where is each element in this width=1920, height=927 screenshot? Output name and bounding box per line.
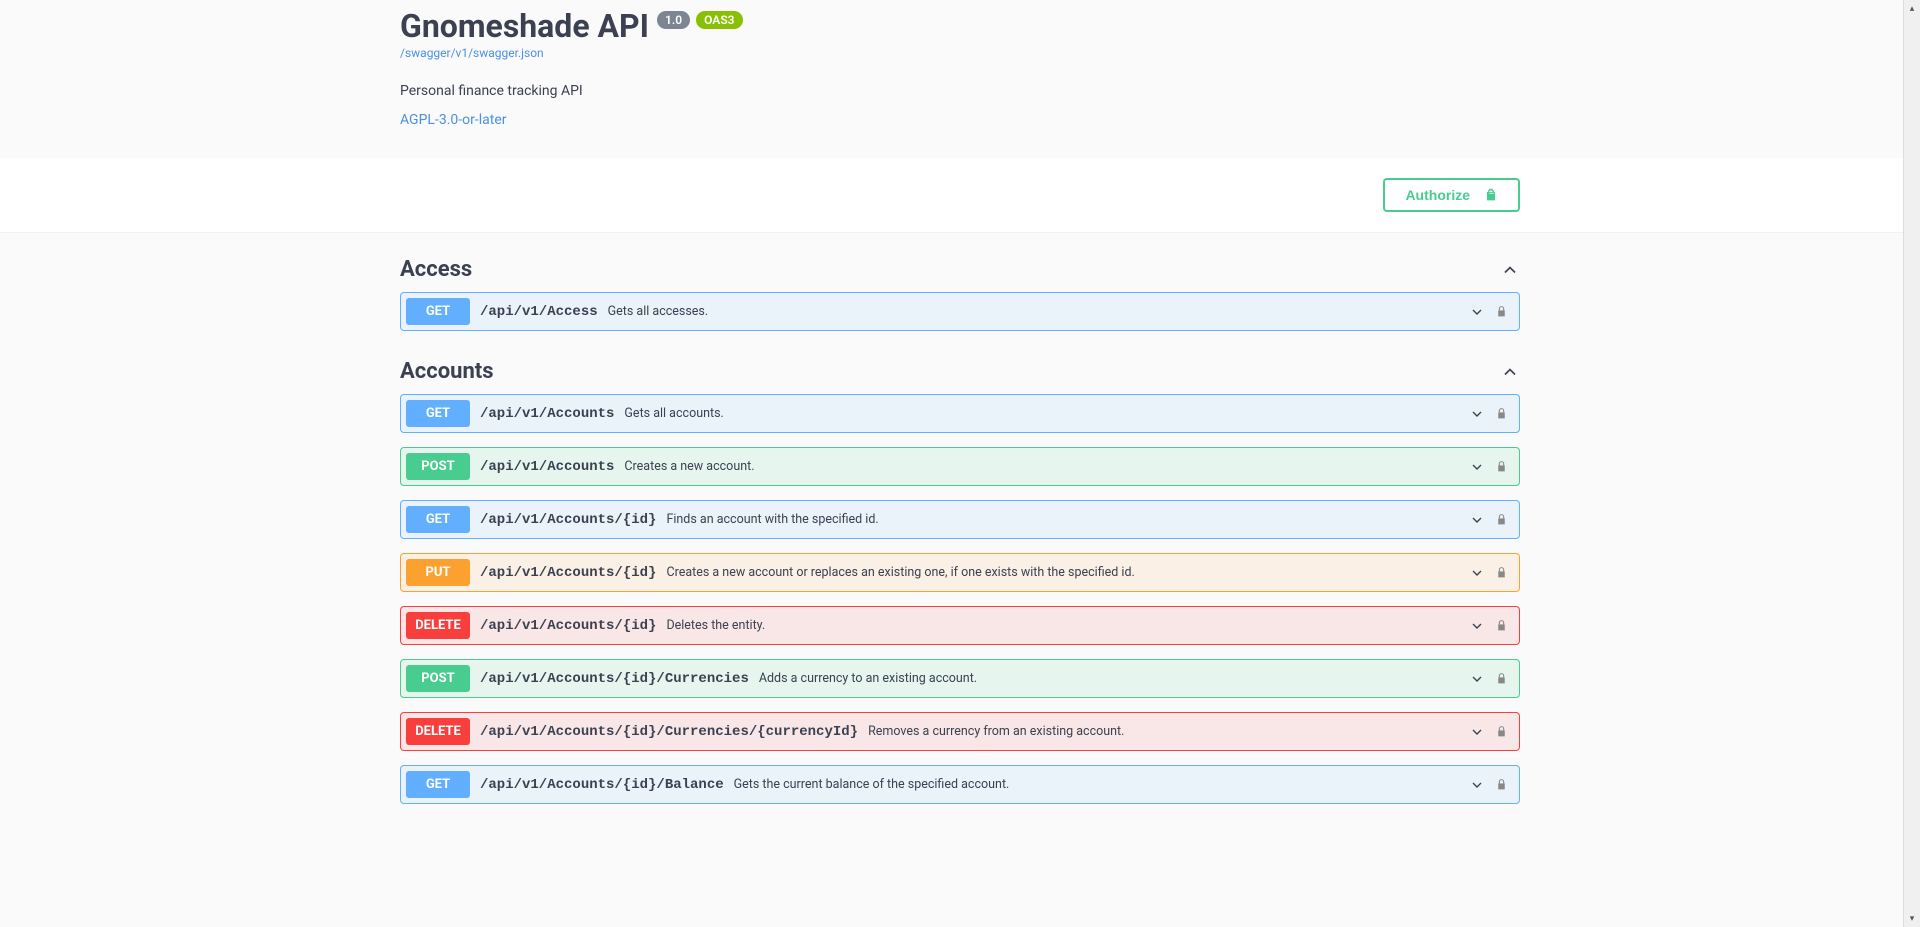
method-badge: DELETE (406, 612, 470, 639)
license-link[interactable]: AGPL-3.0-or-later (400, 112, 507, 128)
lock-icon (1495, 724, 1508, 739)
lock-icon (1495, 671, 1508, 686)
operation-summary: Removes a currency from an existing acco… (868, 724, 1469, 739)
operation-path: /api/v1/Accounts/{id} (480, 618, 656, 634)
chevron-down-icon (1469, 777, 1485, 793)
chevron-down-icon (1469, 724, 1485, 740)
operation-row[interactable]: DELETE/api/v1/Accounts/{id} Deletes the e… (400, 606, 1520, 645)
operation-path: /api/v1/Accounts/{id} (480, 565, 656, 581)
version-badge: 1.0 (657, 11, 690, 29)
operation-path: /api/v1/Accounts/{id} (480, 512, 656, 528)
chevron-down-icon (1469, 459, 1485, 475)
api-title-text: Gnomeshade API (400, 10, 649, 42)
method-badge: GET (406, 298, 470, 325)
operation-path: /api/v1/Accounts/{id}/Balance (480, 777, 724, 793)
tag-header[interactable]: Accounts (400, 345, 1520, 394)
operation-summary: Deletes the entity. (666, 618, 1469, 633)
chevron-down-icon (1469, 406, 1485, 422)
method-badge: GET (406, 400, 470, 427)
method-badge: PUT (406, 559, 470, 586)
lock-icon (1495, 304, 1508, 319)
chevron-down-icon (1469, 512, 1485, 528)
tag-header[interactable]: Access (400, 243, 1520, 292)
scroll-up-icon[interactable]: ▴ (1904, 0, 1920, 17)
operation-row[interactable]: PUT/api/v1/Accounts/{id} Creates a new ac… (400, 553, 1520, 592)
operation-row[interactable]: GET/api/v1/Access Gets all accesses. (400, 292, 1520, 331)
lock-icon (1495, 459, 1508, 474)
method-badge: POST (406, 665, 470, 692)
operation-summary: Finds an account with the specified id. (666, 512, 1469, 527)
method-badge: GET (406, 506, 470, 533)
operation-row[interactable]: POST/api/v1/Accounts Creates a new accoun… (400, 447, 1520, 486)
operation-summary: Creates a new account. (624, 459, 1469, 474)
operation-summary: Creates a new account or replaces an exi… (666, 565, 1469, 580)
chevron-down-icon (1469, 304, 1485, 320)
tag-name: Accounts (400, 359, 494, 384)
spec-url-link[interactable]: /swagger/v1/swagger.json (400, 46, 544, 60)
operation-summary: Gets all accesses. (608, 304, 1469, 319)
authorize-label: Authorize (1405, 187, 1470, 203)
tag-name: Access (400, 257, 472, 282)
lock-icon (1495, 512, 1508, 527)
method-badge: DELETE (406, 718, 470, 745)
chevron-up-icon (1500, 362, 1520, 382)
operation-summary: Gets the current balance of the specifie… (734, 777, 1469, 792)
chevron-down-icon (1469, 671, 1485, 687)
lock-icon (1495, 565, 1508, 580)
scroll-down-icon[interactable]: ▾ (1904, 910, 1920, 927)
unlock-icon (1484, 187, 1498, 203)
operation-row[interactable]: POST/api/v1/Accounts/{id}/Currencies Adds… (400, 659, 1520, 698)
authorize-button[interactable]: Authorize (1383, 178, 1520, 212)
method-badge: GET (406, 771, 470, 798)
operation-row[interactable]: GET/api/v1/Accounts/{id} Finds an account… (400, 500, 1520, 539)
operation-path: /api/v1/Accounts (480, 406, 614, 422)
oas-badge: OAS3 (696, 11, 742, 29)
method-badge: POST (406, 453, 470, 480)
operation-path: /api/v1/Access (480, 304, 598, 320)
scrollbar[interactable]: ▴ ▾ (1903, 0, 1920, 927)
lock-icon (1495, 406, 1508, 421)
chevron-down-icon (1469, 618, 1485, 634)
operation-path: /api/v1/Accounts/{id}/Currencies (480, 671, 749, 687)
chevron-up-icon (1500, 260, 1520, 280)
operation-row[interactable]: GET/api/v1/Accounts Gets all accounts. (400, 394, 1520, 433)
operation-summary: Gets all accounts. (624, 406, 1469, 421)
operation-path: /api/v1/Accounts/{id}/Currencies/{curren… (480, 724, 858, 740)
operation-row[interactable]: DELETE/api/v1/Accounts/{id}/Currencies/{… (400, 712, 1520, 751)
operation-path: /api/v1/Accounts (480, 459, 614, 475)
api-description: Personal finance tracking API (400, 83, 1520, 99)
lock-icon (1495, 618, 1508, 633)
api-title: Gnomeshade API 1.0 OAS3 (400, 10, 1520, 42)
operation-row[interactable]: GET/api/v1/Accounts/{id}/Balance Gets the… (400, 765, 1520, 804)
chevron-down-icon (1469, 565, 1485, 581)
lock-icon (1495, 777, 1508, 792)
operation-summary: Adds a currency to an existing account. (759, 671, 1469, 686)
